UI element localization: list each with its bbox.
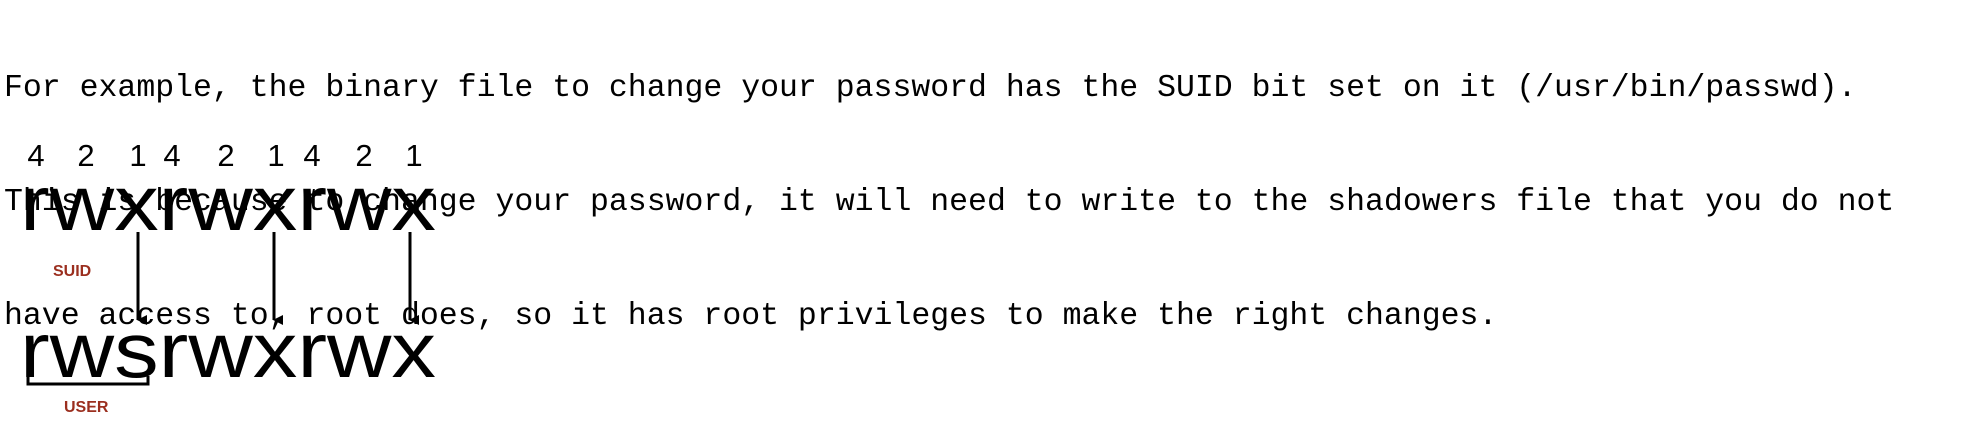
paragraph-line: For example, the binary file to change y… xyxy=(4,71,1857,106)
permission-diagram-svg: 4 2 1 4 2 1 4 2 1 rwxrwxrwx SUID rwsrwxr… xyxy=(20,138,436,416)
permission-diagram: 4 2 1 4 2 1 4 2 1 rwxrwxrwx SUID rwsrwxr… xyxy=(0,130,460,430)
suid-label: SUID xyxy=(53,263,91,280)
user-label: USER xyxy=(64,399,109,416)
permissions-before: rwxrwxrwx xyxy=(20,159,436,247)
permissions-after: rwsrwxrwx xyxy=(20,306,436,394)
